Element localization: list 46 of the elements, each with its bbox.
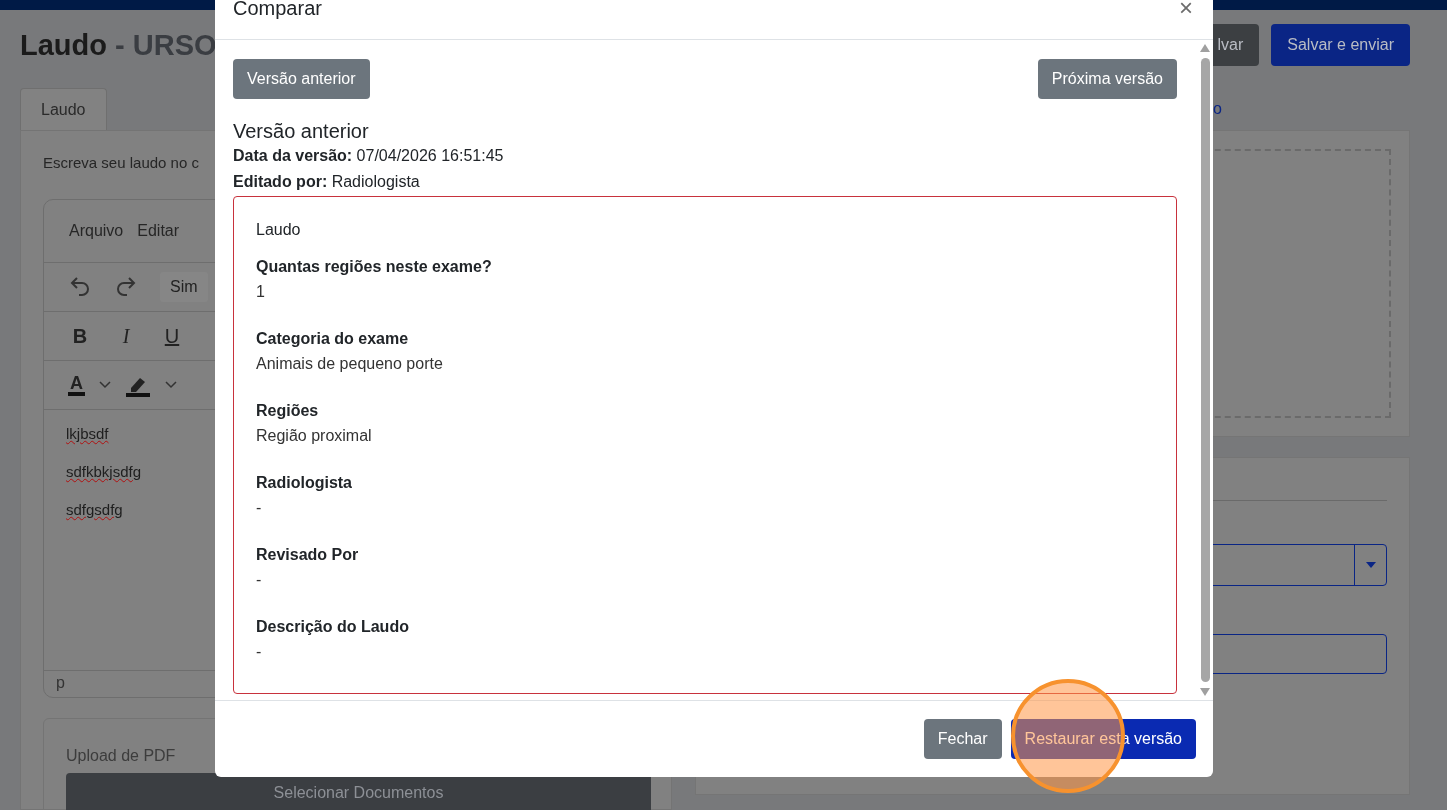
caret-down-icon[interactable] (1365, 562, 1376, 568)
close-button[interactable]: × (1177, 0, 1195, 20)
field-label: Radiologista (256, 473, 353, 493)
redo-icon[interactable] (114, 275, 138, 299)
select-documents-button[interactable]: Selecionar Documentos (66, 773, 651, 810)
scroll-down-arrow-icon[interactable] (1200, 688, 1210, 696)
page-title: Laudo - URSO (20, 28, 217, 62)
close-modal-button[interactable]: Fechar (923, 718, 1002, 759)
chevron-down-icon[interactable] (165, 381, 177, 389)
text-line: lkjbsdf (66, 424, 109, 444)
modal-title: Comparar (233, 0, 322, 20)
field-value: - (256, 498, 263, 518)
text-line: sdfkbkjsdfg (66, 462, 142, 482)
save-and-send-button[interactable]: Salvar e enviar (1271, 24, 1410, 66)
section-title: Laudo (256, 220, 302, 240)
next-version-button[interactable]: Próxima versão (1037, 59, 1177, 99)
bold-button[interactable]: B (68, 324, 92, 348)
scroll-up-arrow-icon[interactable] (1200, 44, 1210, 52)
tab[interactable]: Laudo (20, 88, 107, 130)
chevron-down-icon[interactable] (99, 381, 111, 389)
field-label: Revisado Por (256, 545, 360, 565)
text-line: sdfgsdfg (66, 500, 123, 520)
field-label: Quantas regiões neste exame? (256, 257, 493, 277)
undo-icon[interactable] (68, 275, 92, 299)
scrollbar-thumb[interactable] (1200, 58, 1210, 682)
format-dropdown[interactable]: Sim (160, 272, 208, 302)
text-color-button[interactable]: A (68, 374, 85, 396)
version-info: Data da versão: 07/04/2026 16:51:45 (233, 146, 505, 166)
link[interactable]: o (1213, 100, 1222, 118)
field-value: - (256, 642, 263, 662)
menu-item[interactable]: Editar (137, 218, 180, 244)
version-heading: Versão anterior (233, 119, 370, 143)
field-label: Categoria do exame (256, 329, 410, 349)
field-value: - (256, 570, 263, 590)
field-label: Descrição do Laudo (256, 617, 410, 637)
instructions: Escreva seu laudo no c (43, 153, 199, 173)
version-info: Editado por: Radiologista (233, 172, 421, 192)
field-value: Região proximal (256, 426, 373, 446)
upload-label: Upload de PDF (66, 746, 177, 766)
italic-button[interactable]: I (114, 324, 138, 348)
menu-item[interactable]: Arquivo (69, 218, 124, 244)
field-label: Regiões (256, 401, 320, 421)
field-value: Animais de pequeno porte (256, 354, 444, 374)
field-value: 1 (256, 282, 266, 302)
previous-version-button[interactable]: Versão anterior (233, 59, 370, 99)
underline-button[interactable]: U (160, 324, 184, 348)
